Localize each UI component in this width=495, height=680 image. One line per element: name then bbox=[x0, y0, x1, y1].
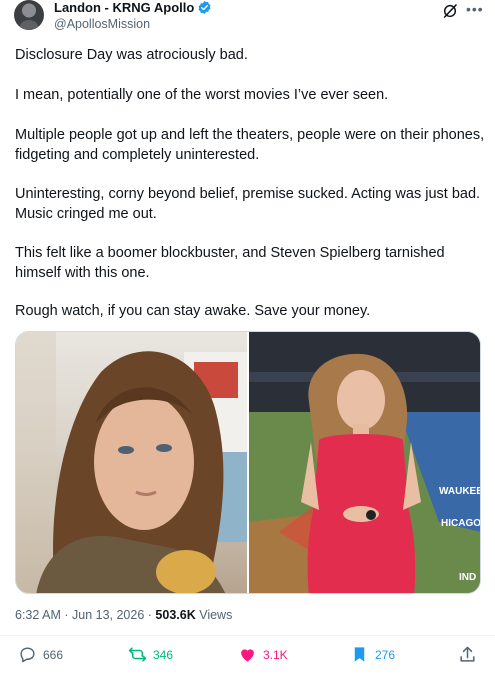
tweet-paragraph: I mean, potentially one of the worst mov… bbox=[15, 87, 389, 103]
tweet-paragraph: Rough watch, if you can stay awake. Save… bbox=[15, 303, 371, 319]
tweet-time[interactable]: 6:32 AM bbox=[15, 608, 61, 622]
map-label-waukee: WAUKEE bbox=[439, 486, 480, 497]
avatar[interactable] bbox=[14, 0, 44, 30]
like-button[interactable]: 3.1K bbox=[238, 645, 288, 664]
tweet-paragraph: This felt like a boomer blockbuster, and… bbox=[15, 245, 445, 281]
photo-right[interactable]: WAUKEE HICAGO IND bbox=[249, 332, 480, 593]
repost-icon bbox=[128, 647, 147, 662]
photo-left-illustration bbox=[16, 332, 247, 593]
views-count: 503.6K bbox=[155, 608, 196, 622]
tweet-paragraph: Disclosure Day was atrociously bad. bbox=[15, 47, 248, 63]
more-icon[interactable]: ••• bbox=[466, 1, 484, 17]
meta-separator: · bbox=[64, 608, 72, 622]
tweet-paragraph: Multiple people got up and left the thea… bbox=[15, 127, 485, 163]
author-name-row[interactable]: Landon - KRNG Apollo bbox=[54, 0, 212, 15]
tweet-actions: 666 346 3.1K 276 bbox=[0, 645, 495, 669]
reply-icon bbox=[20, 647, 35, 663]
tweet-paragraph: Uninteresting, corny beyond belief, prem… bbox=[15, 186, 481, 222]
reply-count: 666 bbox=[43, 647, 64, 662]
bookmark-button[interactable]: 276 bbox=[350, 645, 395, 664]
tweet-meta: 6:32 AM · Jun 13, 2026 · 503.6K Views bbox=[15, 608, 232, 622]
bookmark-icon bbox=[354, 647, 365, 662]
tweet-date[interactable]: Jun 13, 2026 bbox=[72, 608, 144, 622]
share-icon bbox=[460, 646, 475, 662]
tweet-media[interactable]: WAUKEE HICAGO IND bbox=[15, 331, 481, 594]
like-count: 3.1K bbox=[263, 647, 288, 662]
repost-count: 346 bbox=[153, 647, 174, 662]
author-handle[interactable]: @ApollosMission bbox=[54, 17, 150, 31]
views-label: Views bbox=[199, 608, 233, 622]
map-label-chicago: HICAGO bbox=[441, 518, 480, 529]
verified-badge-icon bbox=[198, 0, 211, 15]
divider bbox=[0, 635, 495, 636]
share-button[interactable] bbox=[458, 645, 477, 664]
grok-icon[interactable] bbox=[442, 3, 458, 19]
tweet-header: Landon - KRNG Apollo @ApollosMission ••• bbox=[0, 0, 495, 40]
photo-right-illustration: WAUKEE HICAGO IND bbox=[249, 332, 480, 593]
map-label-ind: IND bbox=[459, 572, 476, 583]
photo-left[interactable] bbox=[16, 332, 247, 593]
repost-button[interactable]: 346 bbox=[128, 645, 173, 664]
like-icon bbox=[241, 649, 254, 662]
bookmark-count: 276 bbox=[375, 647, 396, 662]
reply-button[interactable]: 666 bbox=[18, 645, 63, 664]
author-display-name[interactable]: Landon - KRNG Apollo bbox=[54, 0, 194, 15]
